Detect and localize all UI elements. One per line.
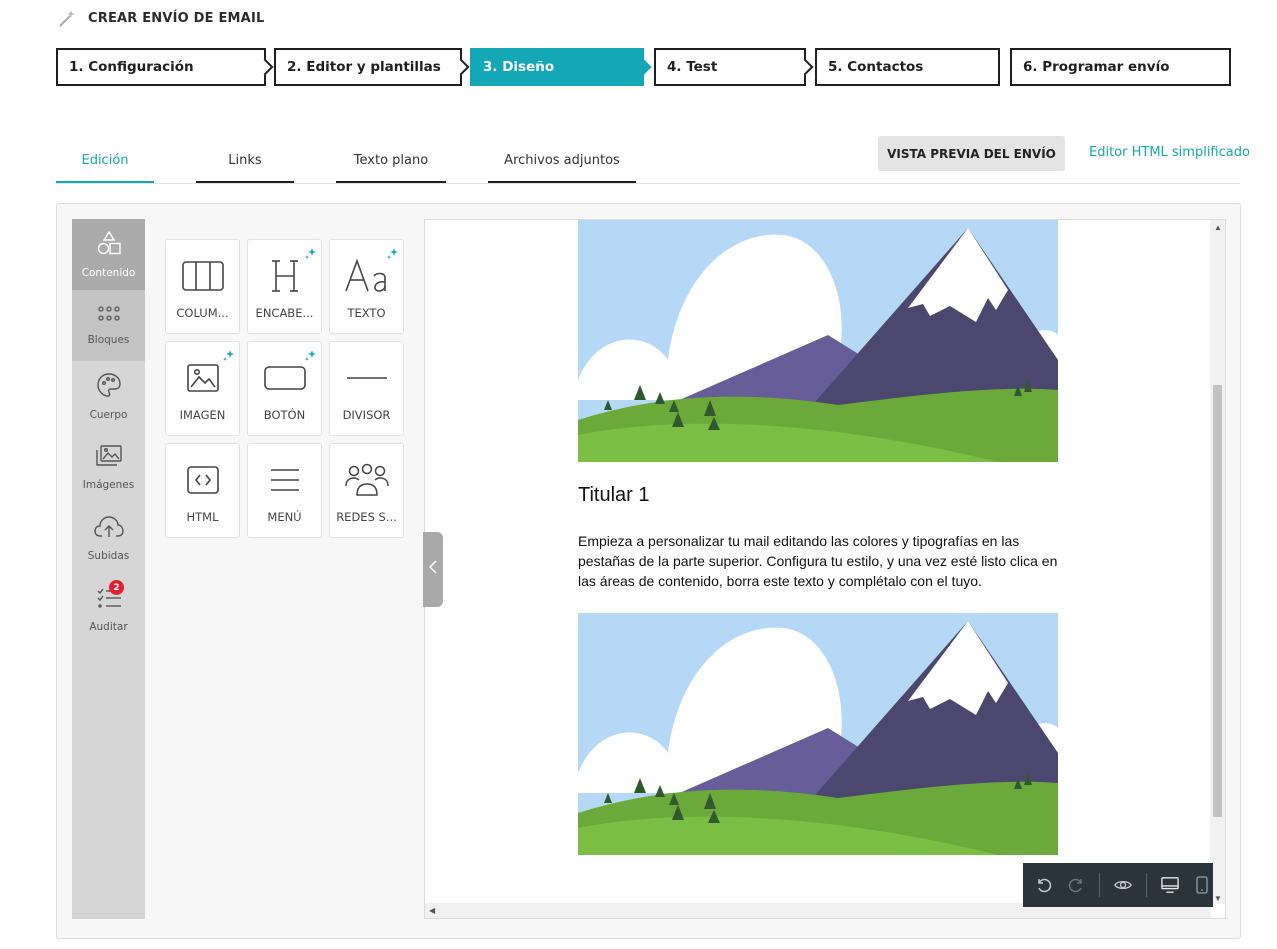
block-heading[interactable]: ENCABE...	[247, 239, 322, 334]
block-label: TEXTO	[347, 306, 386, 320]
block-menu[interactable]: MENÚ	[247, 443, 322, 538]
step-contactos[interactable]: 5. Contactos	[815, 48, 1000, 86]
step-label: 1. Configuración	[69, 59, 194, 75]
scrollbar-thumb[interactable]	[1213, 385, 1222, 817]
block-label: MENÚ	[267, 510, 302, 524]
block-label: IMAGEN	[179, 408, 226, 422]
palette-icon	[96, 372, 122, 403]
block-image[interactable]: IMAGEN	[165, 341, 240, 436]
block-columns[interactable]: COLUM...	[165, 239, 240, 334]
vertical-scrollbar[interactable]: ▲ ▼	[1210, 220, 1225, 904]
block-text[interactable]: TEXTO	[329, 239, 404, 334]
grid-dots-icon	[97, 305, 121, 328]
menu-icon	[269, 460, 301, 500]
tab-edicion[interactable]: Edición	[56, 140, 154, 183]
images-icon	[95, 444, 123, 473]
html-editor-link[interactable]: Editor HTML simplificado	[1089, 145, 1250, 160]
chevron-left-icon	[428, 560, 437, 579]
undo-icon[interactable]	[1035, 876, 1053, 894]
page-title: CREAR ENVÍO DE EMAIL	[88, 10, 265, 26]
html-icon	[186, 460, 220, 500]
step-programar-envio[interactable]: 6. Programar envío	[1010, 48, 1231, 86]
image-icon	[186, 358, 220, 398]
email-hero-image[interactable]	[578, 220, 1058, 462]
sparkle-icon	[305, 247, 317, 265]
step-label: 2. Editor y plantillas	[287, 59, 441, 75]
wizard-steps: 1. Configuración 2. Editor y plantillas …	[56, 48, 1232, 86]
social-icon	[344, 460, 389, 500]
sidebar-item-cuerpo[interactable]: Cuerpo	[72, 361, 145, 432]
sidebar-item-label: Contenido	[81, 267, 136, 279]
blocks-panel: COLUM... ENCABE... TEXTO IMAGEN BOTÓN DI…	[145, 219, 424, 919]
editor-sidebar: Contenido Bloques Cuerpo Imágenes Subida…	[72, 219, 145, 919]
step-label: 3. Diseño	[483, 59, 555, 75]
step-configuracion[interactable]: 1. Configuración	[56, 48, 274, 86]
sidebar-item-label: Auditar	[89, 621, 128, 633]
block-divider[interactable]: DIVISOR	[329, 341, 404, 436]
sidebar-item-label: Bloques	[87, 334, 130, 346]
block-label: BOTÓN	[263, 408, 306, 422]
cloud-upload-icon	[93, 515, 124, 544]
canvas-toolbar	[1023, 863, 1213, 907]
audit-count-badge: 2	[109, 580, 124, 595]
sidebar-item-subidas[interactable]: Subidas	[72, 503, 145, 574]
scroll-down-icon[interactable]: ▼	[1214, 894, 1222, 903]
scroll-left-icon[interactable]: ◀	[429, 906, 435, 915]
email-body: Titular 1 Empieza a personalizar tu mail…	[578, 220, 1058, 855]
page-header: CREAR ENVÍO DE EMAIL	[56, 6, 264, 30]
block-button[interactable]: BOTÓN	[247, 341, 322, 436]
email-canvas[interactable]: Titular 1 Empieza a personalizar tu mail…	[424, 219, 1226, 919]
email-second-image[interactable]	[578, 613, 1058, 855]
tab-links[interactable]: Links	[196, 140, 294, 183]
sidebar-item-auditar[interactable]: 2 Auditar	[72, 574, 145, 645]
scroll-up-icon[interactable]: ▲	[1214, 223, 1222, 232]
email-paragraph[interactable]: Empieza a personalizar tu mail editando …	[578, 531, 1058, 591]
preview-button[interactable]: VISTA PREVIA DEL ENVÍO	[878, 136, 1065, 171]
columns-icon	[181, 256, 225, 296]
step-diseno[interactable]: 3. Diseño	[470, 48, 652, 86]
magic-wand-icon	[56, 7, 78, 29]
text-icon	[344, 256, 390, 296]
step-label: 5. Contactos	[828, 59, 924, 75]
block-html[interactable]: HTML	[165, 443, 240, 538]
sidebar-item-contenido[interactable]: Contenido	[72, 219, 145, 290]
sidebar-item-label: Cuerpo	[89, 409, 128, 421]
mobile-icon[interactable]	[1193, 876, 1211, 894]
step-editor-plantillas[interactable]: 2. Editor y plantillas	[274, 48, 470, 86]
sidebar-item-label: Imágenes	[82, 479, 135, 491]
heading-icon	[268, 256, 302, 296]
block-label: REDES S...	[336, 510, 397, 524]
divider-icon	[345, 358, 389, 398]
desktop-icon[interactable]	[1161, 876, 1179, 894]
block-label: COLUM...	[176, 306, 229, 320]
sparkle-icon	[387, 247, 399, 265]
sidebar-item-label: Subidas	[87, 550, 130, 562]
step-label: 6. Programar envío	[1023, 59, 1170, 75]
tab-texto-plano[interactable]: Texto plano	[336, 140, 446, 183]
shapes-icon	[96, 230, 122, 261]
email-editor: Contenido Bloques Cuerpo Imágenes Subida…	[56, 203, 1241, 939]
block-label: DIVISOR	[342, 408, 391, 422]
toolbar-divider	[1146, 873, 1147, 897]
eye-icon[interactable]	[1114, 876, 1132, 894]
sidebar-item-bloques[interactable]: Bloques	[72, 290, 145, 361]
collapse-panel-handle[interactable]	[423, 532, 443, 607]
step-label: 4. Test	[667, 59, 718, 75]
block-label: ENCABE...	[255, 306, 314, 320]
toolbar-divider	[1099, 873, 1100, 897]
step-test[interactable]: 4. Test	[654, 48, 814, 86]
redo-icon[interactable]	[1067, 876, 1085, 894]
sidebar-item-imagenes[interactable]: Imágenes	[72, 432, 145, 503]
tab-archivos-adjuntos[interactable]: Archivos adjuntos	[488, 140, 636, 183]
sparkle-icon	[223, 349, 235, 367]
button-icon	[263, 358, 307, 398]
block-label: HTML	[186, 510, 219, 524]
email-heading[interactable]: Titular 1	[578, 484, 1058, 507]
sparkle-icon	[305, 349, 317, 367]
block-social[interactable]: REDES S...	[329, 443, 404, 538]
